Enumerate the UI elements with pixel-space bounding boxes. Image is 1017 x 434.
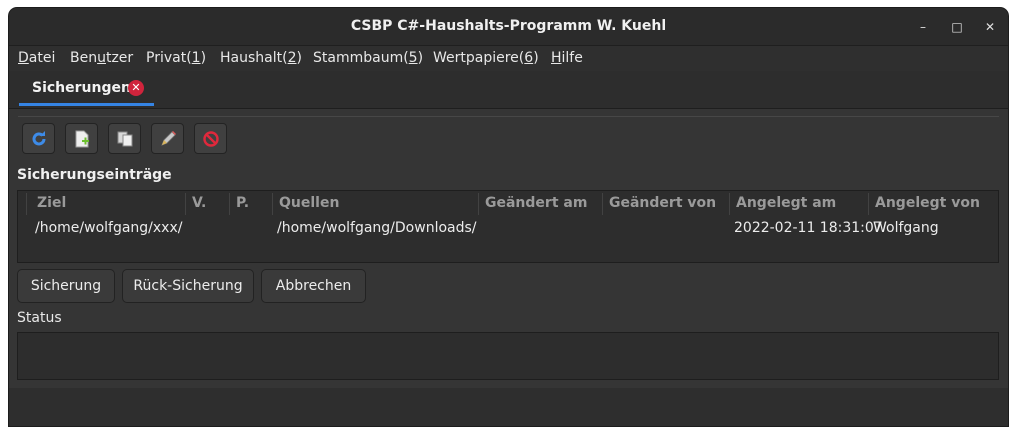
tab-close-icon[interactable]: ✕ xyxy=(128,80,144,96)
menu-hilfe[interactable]: Hilfe xyxy=(551,50,583,66)
delete-icon xyxy=(203,131,219,147)
status-label: Status xyxy=(17,310,62,326)
delete-button[interactable] xyxy=(194,123,227,154)
backup-entries-table[interactable]: Ziel V. P. Quellen Geändert am Geändert … xyxy=(17,190,999,263)
menu-haushalt[interactable]: Haushalt(2) xyxy=(220,50,302,66)
column-header-geaendert-am[interactable]: Geändert am xyxy=(485,195,587,211)
copy-icon xyxy=(117,131,133,147)
cancel-button[interactable]: Abbrechen xyxy=(261,269,366,303)
tab-label: Sicherungen xyxy=(32,80,131,96)
column-separator[interactable] xyxy=(729,193,730,215)
refresh-icon xyxy=(32,131,46,146)
menu-privat[interactable]: Privat(1) xyxy=(146,50,206,66)
column-separator[interactable] xyxy=(272,193,273,215)
edit-icon xyxy=(161,131,176,146)
menu-bar: Datei Benutzer Privat(1) Haushalt(2) Sta… xyxy=(9,46,1008,71)
bottom-area xyxy=(9,388,1008,426)
title-bar: CSBP C#-Haushalts-Programm W. Kuehl – □ … xyxy=(9,8,1008,46)
minimize-button[interactable]: – xyxy=(913,17,933,37)
edit-button[interactable] xyxy=(151,123,184,154)
column-header-p[interactable]: P. xyxy=(236,195,249,211)
tab-sicherungen[interactable]: Sicherungen ✕ xyxy=(19,71,154,106)
column-separator[interactable] xyxy=(229,193,230,215)
cell-angelegt-am: 2022-02-11 18:31:07 xyxy=(734,220,883,236)
maximize-button[interactable]: □ xyxy=(947,17,967,37)
new-entry-button[interactable] xyxy=(65,123,98,154)
column-header-ziel[interactable]: Ziel xyxy=(37,195,66,211)
window-title: CSBP C#-Haushalts-Programm W. Kuehl xyxy=(350,18,667,34)
restore-button[interactable]: Rück-Sicherung xyxy=(122,269,254,303)
menu-benutzer[interactable]: Benutzer xyxy=(70,50,133,66)
refresh-button[interactable] xyxy=(22,123,55,154)
menu-stammbaum[interactable]: Stammbaum(5) xyxy=(313,50,423,66)
cell-ziel: /home/wolfgang/xxx/ xyxy=(35,220,183,236)
copy-button[interactable] xyxy=(108,123,141,154)
column-separator[interactable] xyxy=(868,193,869,215)
column-header-angelegt-am[interactable]: Angelegt am xyxy=(736,195,836,211)
cell-angelegt-von: Wolfgang xyxy=(873,220,939,236)
column-separator[interactable] xyxy=(185,193,186,215)
column-header-angelegt-von[interactable]: Angelegt von xyxy=(875,195,980,211)
entries-section-label: Sicherungseinträge xyxy=(17,167,172,183)
column-separator[interactable] xyxy=(478,193,479,215)
backup-button[interactable]: Sicherung xyxy=(17,269,115,303)
new-document-icon xyxy=(75,130,89,148)
close-window-button[interactable]: ✕ xyxy=(980,17,1000,37)
column-header-v[interactable]: V. xyxy=(192,195,206,211)
column-separator[interactable] xyxy=(602,193,603,215)
status-output xyxy=(17,332,999,380)
app-window: CSBP C#-Haushalts-Programm W. Kuehl – □ … xyxy=(9,8,1008,426)
column-header-geaendert-von[interactable]: Geändert von xyxy=(609,195,716,211)
menu-datei[interactable]: Datei xyxy=(18,50,55,66)
menu-wertpapiere[interactable]: Wertpapiere(6) xyxy=(433,50,539,66)
column-header-quellen[interactable]: Quellen xyxy=(279,195,339,211)
cell-quellen: /home/wolfgang/Downloads/ xyxy=(277,220,477,236)
column-separator[interactable] xyxy=(26,193,27,215)
toolbar-divider xyxy=(18,116,999,117)
tab-bar: Sicherungen ✕ xyxy=(9,71,1008,109)
